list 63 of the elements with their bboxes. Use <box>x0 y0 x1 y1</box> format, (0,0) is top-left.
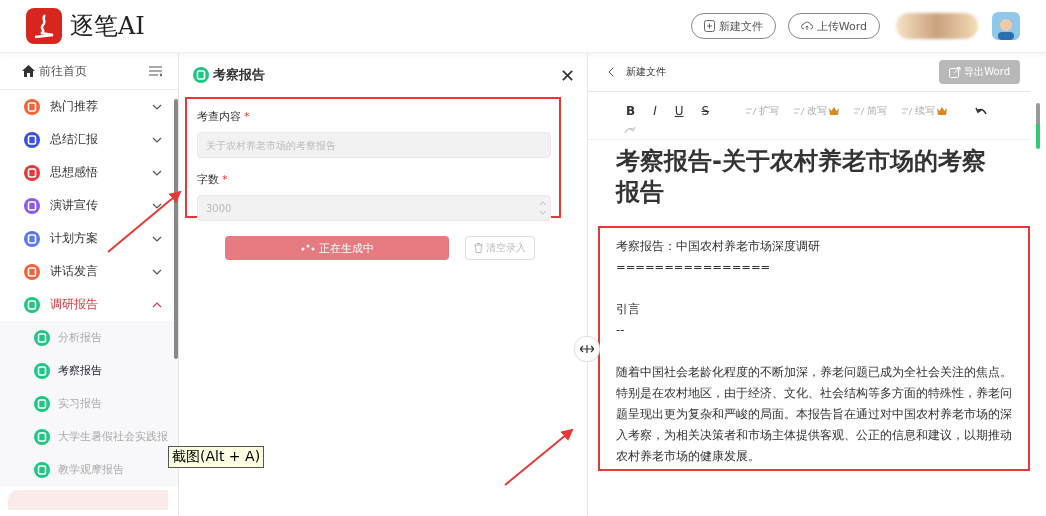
tooltip: 截图(Alt + A) <box>168 446 265 468</box>
field-label: 字数 <box>197 173 219 186</box>
panel-title: 考察报告 <box>213 66 266 84</box>
chevron-down-icon <box>152 268 162 275</box>
format-button[interactable]: I <box>651 104 659 118</box>
required-mark: * <box>244 110 250 123</box>
sidebar-group[interactable]: 计划方案 <box>0 222 178 255</box>
sidebar-group[interactable]: 热门推荐 <box>0 90 178 123</box>
sidebar-group[interactable]: 总结汇报 <box>0 123 178 156</box>
document-icon <box>193 67 209 83</box>
sidebar-item[interactable]: 考察报告 <box>0 354 178 387</box>
document-icon <box>34 395 50 412</box>
trash-icon <box>474 243 483 253</box>
chevron-up-icon <box>152 301 162 308</box>
sidebar-group[interactable]: 思想感悟 <box>0 156 178 189</box>
menu-icon[interactable] <box>149 65 162 77</box>
logo-icon <box>26 8 62 44</box>
export-icon <box>949 66 962 78</box>
sidebar-group[interactable]: 讲话发言 <box>0 255 178 288</box>
document-icon <box>34 428 50 445</box>
pen-icon <box>853 106 866 116</box>
cloud-upload-icon <box>800 21 813 31</box>
scrollbar[interactable] <box>1036 103 1040 149</box>
new-file-button[interactable]: 新建文件 <box>690 13 776 39</box>
chevron-down-icon <box>152 103 162 110</box>
home-icon <box>22 65 35 77</box>
required-mark: * <box>222 173 228 186</box>
format-button[interactable]: U <box>672 104 686 118</box>
pen-icon <box>901 106 914 116</box>
paragraph: 考察报告：中国农村养老市场深度调研 <box>616 238 821 256</box>
undo-icon[interactable] <box>975 106 988 116</box>
paragraph: 随着中国社会老龄化程度的不断加深，养老问题已成为全社会关注的焦点。特别是在农村地区，由于经济、文化、社会结构等多方面的特殊性，养老问题呈现出更为复杂和严峻的局面。本报告旨在通过对中国农村养老市场的深入考察，为相关决策者和市场主体提供客观、公正的信息和建议，以期推动农村养老市场的健康发展。 <box>616 364 1013 466</box>
sidebar-group[interactable]: 调研报告 <box>0 288 178 321</box>
resize-handle[interactable] <box>574 336 600 362</box>
field-label: 考查内容 <box>197 110 241 123</box>
chevron-down-icon <box>152 235 162 242</box>
pen-icon <box>793 106 806 116</box>
loading-icon <box>300 244 315 252</box>
document-name: 新建文件 <box>626 65 667 79</box>
avatar-icon[interactable] <box>992 12 1020 40</box>
crown-icon <box>937 107 948 115</box>
document-icon <box>34 362 50 379</box>
close-button[interactable]: ✕ <box>559 64 575 86</box>
chevron-down-icon <box>152 136 162 143</box>
format-button[interactable]: B <box>624 104 638 118</box>
chevron-down-icon <box>152 169 162 176</box>
format-button[interactable]: S <box>699 104 712 118</box>
document-icon <box>34 461 50 478</box>
home-link[interactable]: 前往首页 <box>39 62 145 80</box>
upload-button[interactable]: 上传Word <box>787 13 880 39</box>
annotation-arrow <box>504 428 574 486</box>
paragraph: ================ <box>616 259 772 277</box>
pen-icon <box>745 106 758 116</box>
sidebar-group[interactable]: 演讲宣传 <box>0 189 178 222</box>
plus-file-icon <box>703 20 715 32</box>
back-icon[interactable] <box>608 67 614 77</box>
document-title: 考察报告-关于农村养老市场的考察报告 <box>616 146 987 209</box>
document-icon <box>34 329 50 346</box>
chevron-down-icon <box>152 202 162 209</box>
paragraph: -- <box>616 322 626 340</box>
brand-name: 逐笔AI <box>70 11 145 42</box>
crown-icon <box>829 107 840 115</box>
paragraph: 引言 <box>616 301 641 319</box>
